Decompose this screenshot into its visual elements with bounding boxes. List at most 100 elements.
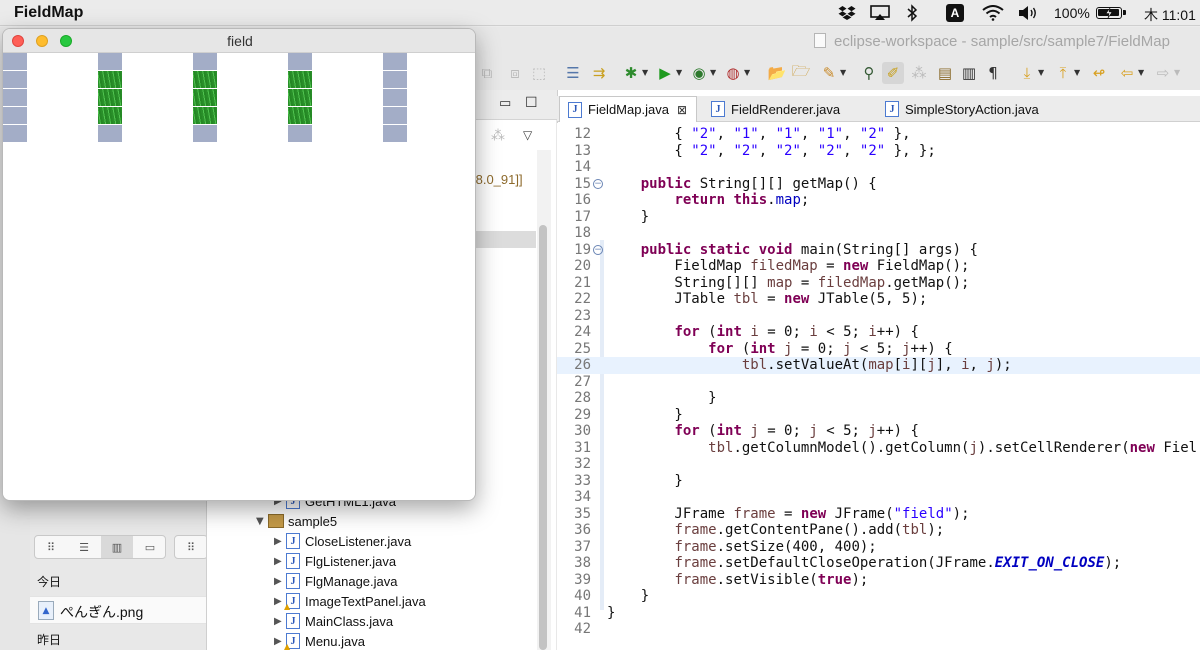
edit-pen-icon[interactable]: ✎ xyxy=(818,62,840,84)
grass-tile[interactable] xyxy=(98,89,122,107)
code-line[interactable]: 23 xyxy=(557,308,1200,325)
water-tile[interactable] xyxy=(288,53,312,71)
water-tile[interactable] xyxy=(3,53,27,71)
last-edit-icon[interactable]: ↫ xyxy=(1088,62,1110,84)
tab-fieldmap[interactable]: J FieldMap.java ⊠ xyxy=(559,96,697,122)
code-line[interactable]: 40 } xyxy=(557,588,1200,605)
code-line[interactable]: 26 tbl.setValueAt(map[i][j], i, j); xyxy=(557,357,1200,374)
edit-dropdown-icon[interactable]: ▼ xyxy=(840,68,846,77)
tree-java-file[interactable]: ▶ J ▲ ImageTextPanel.java xyxy=(274,591,426,611)
code-line[interactable]: 25 for (int j = 0; j < 5; j++) { xyxy=(557,341,1200,358)
code-line[interactable]: 31 tbl.getColumnModel().getColumn(j).set… xyxy=(557,440,1200,457)
run-icon[interactable]: ▶ xyxy=(654,62,676,84)
grass-tile[interactable] xyxy=(288,71,312,89)
water-tile[interactable] xyxy=(193,53,217,71)
maximize-view-icon[interactable]: ☐ xyxy=(525,95,538,111)
code-line[interactable]: 28 } xyxy=(557,390,1200,407)
dropbox-icon[interactable] xyxy=(838,3,856,23)
forward-dropdown-icon[interactable]: ▼ xyxy=(1174,68,1180,77)
water-tile[interactable] xyxy=(3,125,27,143)
external-tools-icon[interactable]: ◍ xyxy=(722,62,744,84)
expand-triangle-icon[interactable]: ▶ xyxy=(274,536,286,547)
wifi-icon[interactable] xyxy=(982,3,1004,23)
grass-tile[interactable] xyxy=(193,107,217,125)
grass-tile[interactable] xyxy=(288,107,312,125)
grass-tile[interactable] xyxy=(193,89,217,107)
field-table[interactable] xyxy=(3,53,475,500)
expand-triangle-icon[interactable]: ▶ xyxy=(274,556,286,567)
code-line[interactable]: 16 return this.map; xyxy=(557,192,1200,209)
back-dropdown-icon[interactable]: ▼ xyxy=(1138,68,1144,77)
code-line[interactable]: 17 } xyxy=(557,209,1200,226)
gallery-view-icon[interactable]: ▭ xyxy=(134,536,166,558)
next-annotation-icon[interactable]: ⤓ xyxy=(1016,62,1038,84)
code-line[interactable]: 33 } xyxy=(557,473,1200,490)
airplay-icon[interactable] xyxy=(870,3,890,23)
code-line[interactable]: 29 } xyxy=(557,407,1200,424)
code-line[interactable]: 13 { "2", "2", "2", "2", "2" }, }; xyxy=(557,143,1200,160)
view-menu-icon[interactable]: ▽ xyxy=(523,128,532,142)
run-dropdown-icon[interactable]: ▼ xyxy=(676,68,682,77)
water-tile[interactable] xyxy=(288,125,312,143)
link-editor-icon[interactable]: ⁂ xyxy=(491,128,505,144)
show-whitespace-icon[interactable]: ¶ xyxy=(982,62,1004,84)
new-class-icon[interactable]: ⧈ xyxy=(504,62,526,84)
tab-fieldrenderer[interactable]: J FieldRenderer.java xyxy=(703,96,840,122)
code-line[interactable]: 39 frame.setVisible(true); xyxy=(557,572,1200,589)
source-code[interactable]: 12 { "2", "1", "1", "1", "2" }, 13 { "2",… xyxy=(557,126,1200,638)
group-icon[interactable]: ⠿ xyxy=(175,536,207,558)
field-window-titlebar[interactable]: field xyxy=(3,29,475,53)
package-explorer-scroll-thumb[interactable] xyxy=(539,225,547,650)
code-line[interactable]: 27 xyxy=(557,374,1200,391)
list-view-icon[interactable]: ☰ xyxy=(68,536,100,558)
input-source-icon[interactable]: A xyxy=(946,4,964,22)
bluetooth-icon[interactable] xyxy=(906,3,918,23)
code-line[interactable]: 20 FieldMap filedMap = new FieldMap(); xyxy=(557,258,1200,275)
code-line[interactable]: 21 String[][] map = filedMap.getMap(); xyxy=(557,275,1200,292)
block-selection-icon[interactable]: ▤ xyxy=(934,62,956,84)
code-line[interactable]: 18 xyxy=(557,225,1200,242)
water-tile[interactable] xyxy=(3,89,27,107)
collapse-triangle-icon[interactable]: ▼ xyxy=(256,516,268,527)
tree-java-file[interactable]: ▶ J CloseListener.java xyxy=(274,531,411,551)
fold-collapse-icon[interactable]: − xyxy=(593,178,603,189)
debug-dropdown-icon[interactable]: ▼ xyxy=(642,68,648,77)
water-tile[interactable] xyxy=(193,125,217,143)
expand-triangle-icon[interactable]: ▶ xyxy=(274,616,286,627)
code-line[interactable]: 15− public String[][] getMap() { xyxy=(557,176,1200,193)
next-annotation-dropdown-icon[interactable]: ▼ xyxy=(1038,68,1044,77)
task-list-icon[interactable]: ☰ xyxy=(562,62,584,84)
grass-tile[interactable] xyxy=(193,71,217,89)
new-java-package-icon[interactable]: ⧉ xyxy=(476,62,498,84)
forward-icon[interactable]: ⇨ xyxy=(1152,62,1174,84)
toggle-occurrences-icon[interactable]: ⁂ xyxy=(908,62,930,84)
battery-icon[interactable] xyxy=(1096,7,1126,19)
close-icon[interactable]: ⊠ xyxy=(677,103,687,117)
code-line[interactable]: 22 JTable tbl = new JTable(5, 5); xyxy=(557,291,1200,308)
code-line[interactable]: 19− public static void main(String[] arg… xyxy=(557,242,1200,259)
code-line[interactable]: 34 xyxy=(557,489,1200,506)
coverage-dropdown-icon[interactable]: ▼ xyxy=(710,68,716,77)
code-line[interactable]: 37 frame.setSize(400, 400); xyxy=(557,539,1200,556)
menu-clock[interactable]: 木 11:01 xyxy=(1144,5,1196,25)
finder-file-item[interactable]: ▲ ぺんぎん.png xyxy=(30,596,206,624)
coverage-icon[interactable]: ◉ xyxy=(688,62,710,84)
code-line[interactable]: 24 for (int i = 0; i < 5; i++) { xyxy=(557,324,1200,341)
tree-java-file[interactable]: ▶ J MainClass.java xyxy=(274,611,393,631)
highlight-icon[interactable]: ✐ xyxy=(882,62,904,84)
search-icon[interactable]: ⚲ xyxy=(858,62,880,84)
code-line[interactable]: 35 JFrame frame = new JFrame("field"); xyxy=(557,506,1200,523)
volume-icon[interactable] xyxy=(1018,3,1038,23)
code-line[interactable]: 42 xyxy=(557,621,1200,638)
code-line[interactable]: 38 frame.setDefaultCloseOperation(JFrame… xyxy=(557,555,1200,572)
debug-icon[interactable]: ✱ xyxy=(620,62,642,84)
open-type-icon[interactable]: ⬚ xyxy=(528,62,550,84)
code-line[interactable]: 12 { "2", "1", "1", "1", "2" }, xyxy=(557,126,1200,143)
open-project-icon[interactable]: 🗁 xyxy=(790,62,812,84)
fold-collapse-icon[interactable]: − xyxy=(593,244,603,255)
water-tile[interactable] xyxy=(98,125,122,143)
code-line[interactable]: 36 frame.getContentPane().add(tbl); xyxy=(557,522,1200,539)
water-tile[interactable] xyxy=(98,53,122,71)
code-line[interactable]: 32 xyxy=(557,456,1200,473)
icon-view-icon[interactable]: ⠿ xyxy=(35,536,67,558)
